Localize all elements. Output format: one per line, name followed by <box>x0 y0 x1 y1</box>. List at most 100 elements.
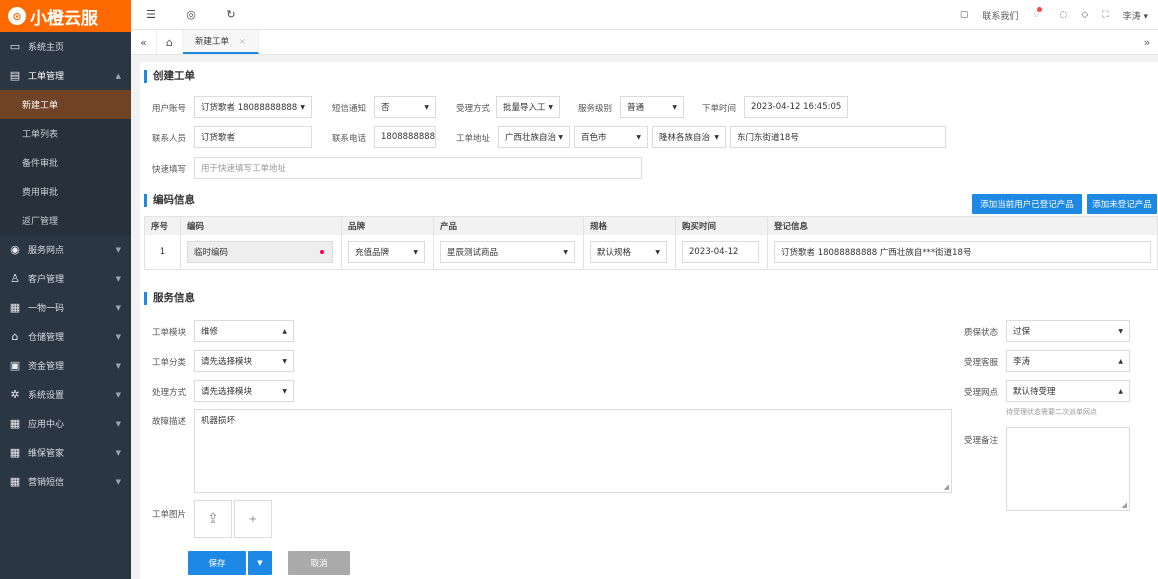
accept-select[interactable]: 批量导入工 ▼ <box>496 96 560 118</box>
sidebar-item-4[interactable]: ▦ 一物一码 ▼ <box>0 293 131 322</box>
resize-handle-icon[interactable]: ◢ <box>1122 501 1127 509</box>
province-select[interactable]: 广西壮族自治 ▼ <box>498 126 570 148</box>
apps-icon: ▦ <box>9 446 21 459</box>
theme-icon[interactable]: ◌ <box>1060 10 1068 20</box>
save-options-button[interactable]: ▼ <box>248 551 272 575</box>
product-cell: 星辰测试商品 ▼ <box>434 235 584 269</box>
sidebar-item-5[interactable]: ⌂ 仓储管理 ▼ <box>0 322 131 351</box>
chevron-down-icon: ▼ <box>115 448 121 457</box>
module-select[interactable]: 维修 ▲ <box>194 320 294 342</box>
remark-textarea[interactable]: ◢ <box>1006 427 1130 511</box>
sms-value: 否 <box>381 103 390 113</box>
image-label: 工单图片 <box>151 510 186 520</box>
product-select[interactable]: 星辰测试商品 ▼ <box>440 241 575 263</box>
add-unregistered-product-button[interactable]: 添加未登记产品 <box>1087 194 1157 214</box>
method-select[interactable]: 请先选择模块 ▼ <box>194 380 294 402</box>
tabs-scroll-right-icon[interactable]: » <box>1136 30 1158 55</box>
quick-fill-input[interactable]: 用于快速填写工单地址 <box>194 157 642 179</box>
county-select[interactable]: 隆林各族自治 ▼ <box>652 126 726 148</box>
chevron-down-icon: ▼ <box>282 387 287 395</box>
sidebar-subitem-0[interactable]: 新建工单 <box>0 90 131 119</box>
agent-select[interactable]: 李涛 ▲ <box>1006 350 1130 372</box>
menu-toggle-icon[interactable]: ☰ <box>131 8 171 21</box>
outlet-select[interactable]: 默认待受理 ▲ <box>1006 380 1130 402</box>
sidebar-item-0[interactable]: ▭ 系统主页 <box>0 32 131 61</box>
globe-icon: ◉ <box>10 243 20 256</box>
add-registered-product-button[interactable]: 添加当前用户已登记产品 <box>972 194 1082 214</box>
brand-logo[interactable]: ⊙ 小橙云服 <box>0 0 131 32</box>
chat-icon[interactable]: ▢ <box>960 10 969 20</box>
category-select[interactable]: 请先选择模块 ▼ <box>194 350 294 372</box>
purchase-date-input[interactable]: 2023-04-12 <box>682 241 759 263</box>
sidebar-subitem-2[interactable]: 备件审批 <box>0 148 131 177</box>
sms-label: 短信通知 <box>331 104 366 114</box>
close-icon[interactable]: × <box>239 37 246 46</box>
street-input[interactable]: 东门东街道18号 <box>730 126 946 148</box>
save-button[interactable]: 保存 <box>188 551 246 575</box>
user-account-select[interactable]: 订货歌者 18088888888 ▼ <box>194 96 312 118</box>
main-content: 创建工单 用户账号 订货歌者 18088888888 ▼ 短信通知 否 ▼ 受理方式… <box>140 62 1158 579</box>
sidebar-item-7[interactable]: ✲ 系统设置 ▼ <box>0 380 131 409</box>
document-icon: ▤ <box>9 69 21 82</box>
register-info-input[interactable]: 订货歌者 18088888888 广西壮族自***街道18号 <box>774 241 1151 263</box>
tab-label: 新建工单 <box>195 37 230 47</box>
sidebar-subitem-4[interactable]: 返厂管理 <box>0 206 131 235</box>
product-value: 星辰测试商品 <box>447 248 499 258</box>
sidebar-subitem-1[interactable]: 工单列表 <box>0 119 131 148</box>
column-header: 序号 <box>145 217 181 235</box>
sms-select[interactable]: 否 ▼ <box>374 96 436 118</box>
user-menu[interactable]: 李涛 ▾ <box>1123 9 1148 22</box>
quick-fill-label: 快速填写 <box>151 165 186 175</box>
city-select[interactable]: 百色市 ▼ <box>574 126 648 148</box>
fullscreen-icon[interactable]: ⛶ <box>1102 10 1108 20</box>
sidebar-item-10[interactable]: ▦ 营销短信 ▼ <box>0 467 131 496</box>
brand-cell: 充值品牌 ▼ <box>342 235 434 269</box>
fault-value: 机器损坏 <box>201 416 236 426</box>
sidebar-item-label: 客户管理 <box>28 275 65 285</box>
spec-cell: 默认规格 ▼ <box>584 235 676 269</box>
sidebar-item-label: 系统主页 <box>28 43 65 53</box>
sidebar-item-label: 营销短信 <box>28 478 65 488</box>
code-input[interactable]: 临时编码 <box>187 241 333 263</box>
sidebar-item-6[interactable]: ▣ 资金管理 ▼ <box>0 351 131 380</box>
upload-image-button[interactable]: ⇪ <box>194 500 232 538</box>
cancel-button[interactable]: 取消 <box>288 551 350 575</box>
contact-input[interactable]: 订货歌者 <box>194 126 312 148</box>
order-time-input[interactable]: 2023-04-12 16:45:05 <box>744 96 848 118</box>
sidebar-subitem-3[interactable]: 费用审批 <box>0 177 131 206</box>
add-image-button[interactable]: + <box>234 500 272 538</box>
sidebar-item-3[interactable]: ♙ 客户管理 ▼ <box>0 264 131 293</box>
resize-handle-icon[interactable]: ◢ <box>944 483 949 491</box>
refresh-icon[interactable]: ↻ <box>211 8 251 21</box>
home-icon[interactable]: ⌂ <box>157 30 183 54</box>
chevron-down-icon: ▼ <box>655 248 660 256</box>
chevron-up-icon: ▲ <box>115 71 121 80</box>
brand-select[interactable]: 充值品牌 ▼ <box>348 241 425 263</box>
sidebar: ⊙ 小橙云服 ▭ 系统主页 ▤ 工单管理 ▲ 新建工单 工单列表 备件审批 费用审批 返厂管理 ◉ 服… <box>0 0 131 579</box>
spec-select[interactable]: 默认规格 ▼ <box>590 241 667 263</box>
bell-icon[interactable]: ♢ <box>1032 7 1045 20</box>
tab-new-order[interactable]: 新建工单 × <box>183 30 259 54</box>
globe-icon[interactable]: ◎ <box>171 8 211 21</box>
warranty-value: 过保 <box>1013 327 1031 337</box>
level-select[interactable]: 普通 ▼ <box>620 96 684 118</box>
sidebar-item-8[interactable]: ▦ 应用中心 ▼ <box>0 409 131 438</box>
info-cell: 订货歌者 18088888888 广西壮族自***街道18号 <box>768 235 1157 269</box>
level-label: 服务级别 <box>577 104 612 114</box>
sidebar-item-1[interactable]: ▤ 工单管理 ▲ <box>0 61 131 90</box>
chevron-down-icon: ▼ <box>300 103 305 111</box>
tabs-scroll-left-icon[interactable]: « <box>131 30 157 54</box>
tag-icon[interactable]: ◇ <box>1081 10 1088 20</box>
county-value: 隆林各族自治 <box>659 133 711 143</box>
chevron-down-icon: ▼ <box>672 103 677 111</box>
sidebar-item-2[interactable]: ◉ 服务网点 ▼ <box>0 235 131 264</box>
bank-icon: ⌂ <box>11 330 19 343</box>
fault-textarea[interactable]: 机器损坏 ◢ <box>194 409 952 493</box>
plus-icon: + <box>248 513 258 525</box>
contact-us-link[interactable]: 联系我们 <box>982 9 1018 22</box>
phone-input[interactable]: 18088888888 <box>374 126 436 148</box>
method-label: 处理方式 <box>151 388 186 398</box>
column-header: 登记信息 <box>774 222 809 232</box>
warranty-select[interactable]: 过保 ▼ <box>1006 320 1130 342</box>
sidebar-item-9[interactable]: ▦ 维保管家 ▼ <box>0 438 131 467</box>
